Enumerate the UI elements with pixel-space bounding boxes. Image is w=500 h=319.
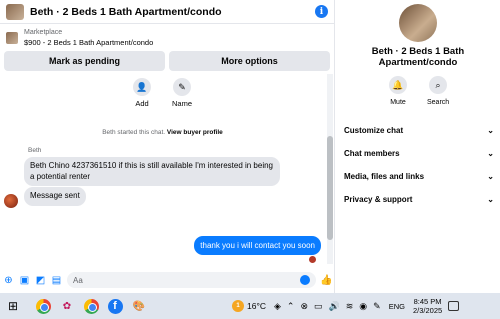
menu-item-label: Chat members xyxy=(344,149,400,158)
chrome-profile-icon[interactable] xyxy=(82,297,100,315)
listing-title: $900 - 2 Beds 1 Bath Apartment/condo xyxy=(24,37,154,47)
menu-item-label: Customize chat xyxy=(344,126,404,135)
search-label: Search xyxy=(427,99,450,106)
more-options-button[interactable]: More options xyxy=(169,51,330,71)
listing-actions: Mark as pending More options xyxy=(0,51,334,71)
name-action[interactable]: ✎ Name xyxy=(168,78,196,108)
menu-chat-members[interactable]: Chat members ⌄ xyxy=(336,142,500,165)
message-input[interactable]: Aa xyxy=(67,272,316,288)
menu-privacy-support[interactable]: Privacy & support ⌄ xyxy=(336,188,500,211)
clock-date: 2/3/2025 xyxy=(412,306,443,315)
sender-name: Beth xyxy=(28,147,42,154)
menu-item-label: Privacy & support xyxy=(344,195,413,204)
chevron-down-icon: ⌄ xyxy=(487,172,494,181)
name-label: Name xyxy=(171,99,192,108)
chat-pane: Beth · 2 Beds 1 Bath Apartment/condo i M… xyxy=(0,0,335,293)
composer: ⊕ ▣ ◩ ▤ Aa 👍 xyxy=(0,269,334,291)
chat-started-notice: Beth started this chat. View buyer profi… xyxy=(0,129,325,136)
conversation-details: Beth · 2 Beds 1 Bath Apartment/condo 🔔 M… xyxy=(336,0,500,293)
notification-icon[interactable] xyxy=(448,301,460,311)
copilot-icon[interactable]: ◈ xyxy=(274,301,281,312)
details-title: Beth · 2 Beds 1 Bath Apartment/condo xyxy=(371,46,465,68)
taskbar: ⊞ ✿ f 🎨 1 16°C ◈ ⌃ ⊗ ▭ 🔊 ≋ ◉ ✎ ENG 8:45 … xyxy=(0,293,500,319)
clock-time: 8:45 PM xyxy=(413,297,442,306)
system-tray: ◈ ⌃ ⊗ ▭ 🔊 ≋ ◉ ✎ ENG xyxy=(274,301,405,312)
menu-customize-chat[interactable]: Customize chat ⌄ xyxy=(336,119,500,142)
wifi-icon[interactable]: ≋ xyxy=(346,301,354,312)
mark-as-pending-button[interactable]: Mark as pending xyxy=(4,51,165,71)
add-person-icon: 👤 xyxy=(133,78,151,96)
listing-photo[interactable] xyxy=(399,4,437,42)
scrollbar-thumb[interactable] xyxy=(327,136,333,240)
app-tray-icon[interactable]: ⊗ xyxy=(300,301,308,312)
menu-media-files-links[interactable]: Media, files and links ⌄ xyxy=(336,165,500,188)
gif-icon[interactable]: ▤ xyxy=(51,275,62,286)
temperature: 16°C xyxy=(247,301,266,311)
add-action[interactable]: 👤 Add xyxy=(128,78,156,108)
view-buyer-profile-link[interactable]: View buyer profile xyxy=(167,129,223,136)
search-button[interactable]: ⌕ Search xyxy=(427,76,449,106)
input-placeholder: Aa xyxy=(73,275,83,285)
search-icon: ⌕ xyxy=(429,76,447,94)
seen-avatar xyxy=(309,256,316,263)
info-icon[interactable]: i xyxy=(315,5,328,18)
add-label: Add xyxy=(135,99,149,108)
chat-title[interactable]: Beth · 2 Beds 1 Bath Apartment/condo xyxy=(30,6,315,18)
language-indicator[interactable]: ENG xyxy=(389,302,405,311)
mute-label: Mute xyxy=(390,99,406,106)
marketplace-listing[interactable]: Marketplace $900 - 2 Beds 1 Bath Apartme… xyxy=(0,24,334,51)
started-text: Beth started this chat. xyxy=(102,129,166,136)
weather-icon: 1 xyxy=(232,300,244,312)
image-icon[interactable]: ▣ xyxy=(19,275,30,286)
mute-button[interactable]: 🔔 Mute xyxy=(387,76,409,106)
pencil-icon: ✎ xyxy=(173,78,191,96)
clock[interactable]: 8:45 PM 2/3/2025 xyxy=(413,297,442,315)
windows-start-icon[interactable]: ⊞ xyxy=(4,297,22,315)
chevron-up-icon[interactable]: ⌃ xyxy=(287,301,295,312)
bell-icon: 🔔 xyxy=(389,76,407,94)
pen-icon[interactable]: ✎ xyxy=(373,301,381,312)
like-icon[interactable]: 👍 xyxy=(320,275,332,286)
marketplace-label: Marketplace xyxy=(24,28,63,36)
message-list: 👤 Add ✎ Name Beth started this chat. Vie… xyxy=(0,74,325,264)
emoji-icon[interactable] xyxy=(300,275,310,285)
app-icon[interactable]: ✿ xyxy=(58,297,76,315)
volume-icon[interactable]: 🔊 xyxy=(329,301,340,312)
chevron-down-icon: ⌄ xyxy=(487,126,494,135)
details-menu: Customize chat ⌄ Chat members ⌄ Media, f… xyxy=(336,119,500,211)
plus-icon[interactable]: ⊕ xyxy=(3,275,14,286)
listing-thumbnail[interactable] xyxy=(6,3,24,20)
chrome-icon[interactable] xyxy=(34,297,52,315)
chevron-down-icon: ⌄ xyxy=(487,195,494,204)
outgoing-message[interactable]: thank you i will contact you soon xyxy=(194,236,321,255)
listing-small-thumbnail xyxy=(6,31,18,44)
location-icon[interactable]: ◉ xyxy=(359,301,367,312)
sticker-icon[interactable]: ◩ xyxy=(35,275,46,286)
facebook-icon[interactable]: f xyxy=(106,297,124,315)
weather-widget[interactable]: 1 16°C xyxy=(232,300,266,312)
paint-icon[interactable]: 🎨 xyxy=(130,297,148,315)
chevron-down-icon: ⌄ xyxy=(487,149,494,158)
battery-icon[interactable]: ▭ xyxy=(314,301,323,312)
chat-header: Beth · 2 Beds 1 Bath Apartment/condo i xyxy=(0,0,334,24)
sender-avatar[interactable] xyxy=(4,194,18,208)
chat-scrollbar[interactable] xyxy=(327,74,333,264)
menu-item-label: Media, files and links xyxy=(344,172,425,181)
incoming-message[interactable]: Beth Chino 4237361510 if this is still a… xyxy=(24,157,280,186)
incoming-message-sent[interactable]: Message sent xyxy=(24,187,86,206)
